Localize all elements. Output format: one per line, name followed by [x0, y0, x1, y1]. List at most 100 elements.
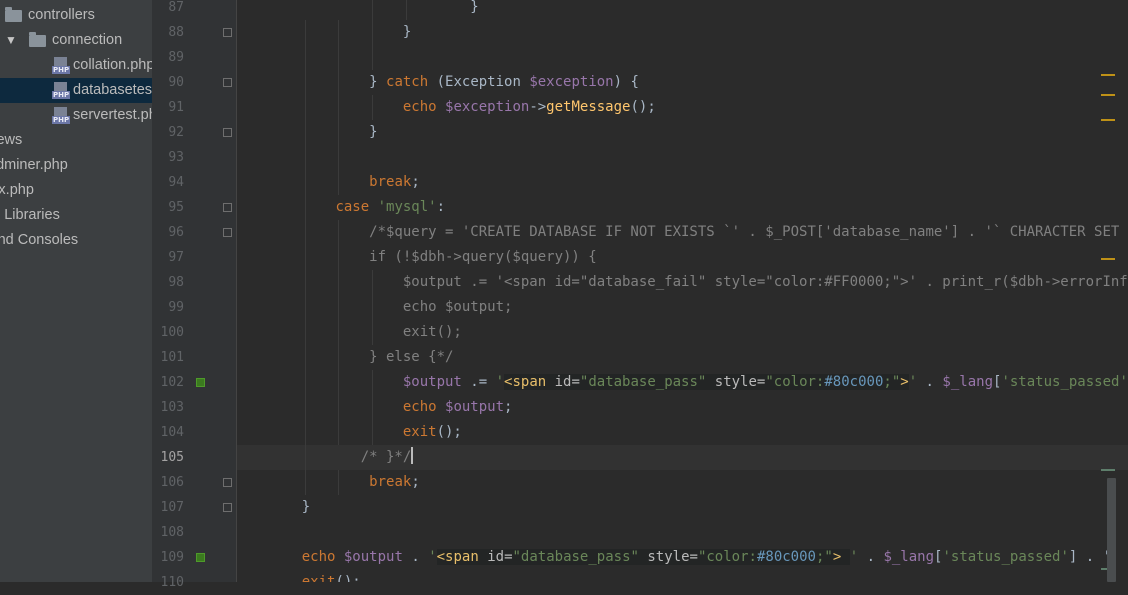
code-line[interactable]: } catch (Exception $exception) { — [268, 70, 639, 95]
folder-icon — [29, 35, 46, 47]
tree-item[interactable]: controllers — [0, 3, 152, 28]
code-token: . — [917, 374, 942, 390]
code-token: $output — [445, 399, 504, 415]
indent-guide — [305, 145, 306, 170]
code-token: break — [369, 174, 411, 190]
code-token: ; — [411, 174, 419, 190]
code-line[interactable]: exit(); — [268, 570, 361, 582]
code-token — [437, 99, 445, 115]
code-token: 'status_passed' — [1001, 374, 1127, 390]
code-token: : — [437, 199, 445, 215]
tree-item-label: External Libraries — [0, 203, 60, 228]
code-line[interactable]: exit(); — [268, 420, 462, 445]
line-number: 101 — [152, 345, 184, 370]
line-number: 99 — [152, 295, 184, 320]
tree-item-label: databasetest.php — [73, 78, 152, 103]
code-token: } — [268, 124, 378, 140]
line-number: 96 — [152, 220, 184, 245]
code-token: exit(); — [268, 324, 462, 340]
code-token: ; — [411, 474, 419, 490]
php-file-icon: PHP — [54, 107, 67, 124]
code-token: catch — [386, 74, 428, 90]
scrollbar-marker[interactable] — [1101, 469, 1115, 471]
tree-item[interactable]: views — [0, 128, 152, 153]
indent-guide — [338, 145, 339, 170]
tree-item[interactable]: PHPdatabasetest.php — [0, 78, 152, 103]
code-token: #80c000 — [824, 374, 883, 390]
code-token: if (!$dbh->query($query)) { — [268, 249, 597, 265]
code-line[interactable]: echo $exception->getMessage(); — [268, 95, 656, 120]
code-line[interactable]: } — [268, 0, 479, 20]
code-line[interactable]: } — [268, 495, 310, 520]
tree-item[interactable]: Scratches and Consoles — [0, 228, 152, 253]
tree-item[interactable]: PHPservertest.php — [0, 103, 152, 128]
tree-item[interactable]: PHPcollation.php — [0, 53, 152, 78]
code-line[interactable]: echo $output; — [268, 295, 512, 320]
fold-marker-icon[interactable] — [223, 78, 232, 87]
code-token: /*$query = 'CREATE DATABASE IF NOT EXIST… — [268, 224, 1119, 240]
tree-item[interactable]: External Libraries — [0, 203, 152, 228]
tree-item[interactable]: adminer.php — [0, 153, 152, 178]
fold-marker-icon[interactable] — [223, 478, 232, 487]
vcs-added-marker[interactable] — [196, 553, 205, 562]
fold-marker-icon[interactable] — [223, 503, 232, 512]
scrollbar-marker[interactable] — [1101, 258, 1115, 260]
scrollbar-marker[interactable] — [1101, 94, 1115, 96]
code-line[interactable]: break; — [268, 170, 420, 195]
code-token: $output — [344, 549, 403, 565]
code-token: ' — [428, 549, 436, 565]
line-number: 92 — [152, 120, 184, 145]
tree-item-label: Scratches and Consoles — [0, 228, 78, 253]
code-token — [268, 424, 403, 440]
code-token: "database_pass" — [513, 549, 639, 565]
expand-arrow-icon[interactable]: ▼ — [5, 28, 17, 53]
line-number: 108 — [152, 520, 184, 545]
tree-item[interactable]: ▼connection — [0, 28, 152, 53]
code-line[interactable]: case 'mysql': — [268, 195, 445, 220]
code-line[interactable]: } else {*/ — [268, 345, 453, 370]
vcs-added-marker[interactable] — [196, 378, 205, 387]
code-token: . ' — [1077, 549, 1111, 565]
fold-marker-icon[interactable] — [223, 203, 232, 212]
code-line[interactable]: } — [268, 20, 411, 45]
line-number: 95 — [152, 195, 184, 220]
code-line[interactable]: echo $output; — [268, 395, 512, 420]
code-line[interactable]: echo $output . '<span id="database_pass"… — [268, 545, 1111, 570]
code-token — [268, 574, 302, 582]
code-line[interactable]: exit(); — [268, 320, 462, 345]
code-token: id= — [546, 374, 580, 390]
line-number: 93 — [152, 145, 184, 170]
code-editor[interactable]: } } } catch (Exception $exception) { ech… — [237, 0, 1128, 582]
code-token: } — [268, 499, 310, 515]
code-line[interactable]: $output .= '<span id="database_pass" sty… — [268, 370, 1128, 395]
code-line[interactable]: /* }*/ — [268, 445, 413, 470]
code-token — [841, 549, 849, 565]
line-number: 87 — [152, 0, 184, 20]
fold-marker-icon[interactable] — [223, 28, 232, 37]
code-token — [268, 174, 369, 190]
code-token: ' — [909, 374, 917, 390]
code-token: <span — [504, 374, 546, 390]
code-token: exit — [302, 574, 336, 582]
scrollbar-marker[interactable] — [1101, 74, 1115, 76]
line-number: 88 — [152, 20, 184, 45]
php-badge: PHP — [52, 91, 70, 99]
line-number: 106 — [152, 470, 184, 495]
line-number: 98 — [152, 270, 184, 295]
code-token: 'status_passed' — [942, 549, 1068, 565]
scrollbar-marker[interactable] — [1101, 119, 1115, 121]
scrollbar-thumb[interactable] — [1107, 478, 1116, 582]
code-token: exit — [403, 424, 437, 440]
code-line[interactable]: } — [268, 120, 378, 145]
code-line[interactable]: break; — [268, 470, 420, 495]
code-token — [268, 474, 369, 490]
code-token: > — [900, 374, 908, 390]
code-line[interactable]: if (!$dbh->query($query)) { — [268, 245, 597, 270]
code-token — [268, 374, 403, 390]
php-file-icon: PHP — [54, 57, 67, 74]
fold-marker-icon[interactable] — [223, 128, 232, 137]
code-line[interactable]: $output .= '<span id="database_fail" sty… — [268, 270, 1128, 295]
fold-marker-icon[interactable] — [223, 228, 232, 237]
code-line[interactable]: /*$query = 'CREATE DATABASE IF NOT EXIST… — [268, 220, 1119, 245]
tree-item[interactable]: index.php — [0, 178, 152, 203]
